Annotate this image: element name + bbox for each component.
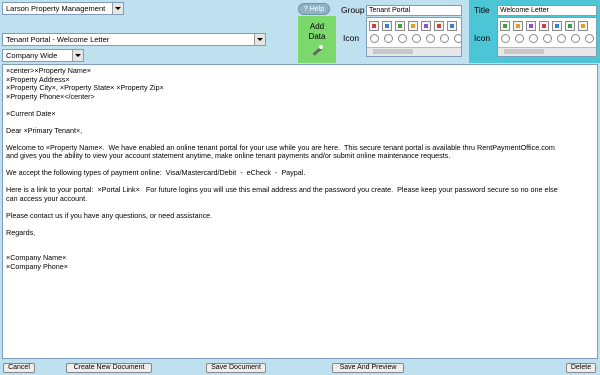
- editor-line: ×Property Phone×</center>: [6, 91, 95, 101]
- editor-line: can access your account.: [6, 193, 88, 203]
- editor-line: ×Current Date×: [6, 108, 56, 118]
- icon-radio[interactable]: [515, 34, 524, 43]
- template-icon[interactable]: [565, 21, 575, 31]
- document-editor[interactable]: ×center>×Property Name× ×Property Address…: [2, 64, 598, 359]
- template-icon[interactable]: [395, 21, 405, 31]
- horizontal-scrollbar[interactable]: [367, 47, 461, 56]
- company-select[interactable]: Larson Property Management: [2, 2, 124, 15]
- group-input[interactable]: Tenant Portal: [366, 5, 462, 16]
- template-icon[interactable]: [539, 21, 549, 31]
- template-icon[interactable]: [408, 21, 418, 31]
- create-new-document-button[interactable]: Create New Document: [66, 363, 152, 373]
- title-panel: Title Welcome Letter Icon: [469, 0, 600, 63]
- template-icon[interactable]: [578, 21, 588, 31]
- icon-radio[interactable]: [501, 34, 510, 43]
- template-icon[interactable]: [447, 21, 457, 31]
- icon-radio[interactable]: [529, 34, 538, 43]
- title-radio-row: [500, 34, 595, 43]
- group-panel: Group Tenant Portal Icon: [338, 0, 466, 63]
- icon-radio[interactable]: [585, 34, 594, 43]
- title-icon-picker[interactable]: [497, 17, 597, 57]
- editor-line: Here is a link to your portal: ×Portal L…: [6, 185, 558, 194]
- chevron-down-icon[interactable]: [254, 34, 265, 45]
- add-data-button[interactable]: Add Data: [298, 16, 336, 63]
- icon-radio[interactable]: [440, 34, 449, 43]
- scope-select-value: Company Wide: [6, 51, 58, 60]
- icon-radio[interactable]: [398, 34, 407, 43]
- template-icon[interactable]: [552, 21, 562, 31]
- icon-radio[interactable]: [370, 34, 379, 43]
- template-icon[interactable]: [500, 21, 510, 31]
- wand-icon: [312, 45, 323, 56]
- title-input-value: Welcome Letter: [500, 7, 549, 14]
- template-select-value: Tenant Portal - Welcome Letter: [6, 35, 110, 44]
- template-icon[interactable]: [382, 21, 392, 31]
- icon-radio[interactable]: [384, 34, 393, 43]
- group-radio-row: [369, 34, 461, 43]
- editor-line: Please contact us if you have any questi…: [6, 210, 213, 220]
- group-icon-row: [369, 21, 457, 31]
- editor-line: ×Company Name×: [6, 253, 67, 262]
- save-and-preview-button[interactable]: Save And Preview: [332, 363, 404, 373]
- editor-line: ×Company Phone×: [6, 261, 68, 271]
- title-icon-label: Icon: [474, 33, 491, 43]
- horizontal-scrollbar[interactable]: [498, 47, 596, 56]
- editor-line: We accept the following types of payment…: [6, 168, 306, 177]
- template-icon[interactable]: [421, 21, 431, 31]
- template-icon[interactable]: [513, 21, 523, 31]
- help-label: Help: [309, 6, 325, 13]
- template-icon[interactable]: [434, 21, 444, 31]
- editor-line: Regards,: [6, 227, 36, 237]
- template-select[interactable]: Tenant Portal - Welcome Letter: [2, 33, 266, 46]
- icon-radio[interactable]: [557, 34, 566, 43]
- group-icon-label: Icon: [343, 33, 360, 43]
- save-document-button[interactable]: Save Document: [206, 363, 266, 373]
- delete-button[interactable]: Delete: [566, 363, 596, 373]
- group-input-value: Tenant Portal: [369, 7, 411, 14]
- icon-radio[interactable]: [426, 34, 435, 43]
- editor-line: Dear ×Primary Tenant×,: [6, 125, 83, 135]
- icon-radio[interactable]: [543, 34, 552, 43]
- group-icon-picker[interactable]: [366, 17, 462, 57]
- add-data-label: Add Data: [308, 22, 326, 41]
- help-button[interactable]: ? Help: [298, 3, 330, 15]
- template-icon[interactable]: [369, 21, 379, 31]
- icon-radio[interactable]: [454, 34, 461, 43]
- editor-line: and gives you the ability to view your a…: [6, 151, 451, 160]
- title-input[interactable]: Welcome Letter: [497, 5, 597, 16]
- icon-radio[interactable]: [571, 34, 580, 43]
- company-select-value: Larson Property Management: [6, 4, 106, 13]
- icon-radio[interactable]: [412, 34, 421, 43]
- scope-select[interactable]: Company Wide: [2, 49, 84, 62]
- editor-line: ×center>×Property Name×: [6, 66, 92, 75]
- chevron-down-icon[interactable]: [72, 50, 83, 61]
- title-icon-row: [500, 21, 588, 31]
- group-label: Group: [341, 5, 365, 15]
- cancel-button[interactable]: Cancel: [3, 363, 35, 373]
- chevron-down-icon[interactable]: [112, 3, 123, 14]
- title-label: Title: [474, 5, 490, 15]
- template-icon[interactable]: [526, 21, 536, 31]
